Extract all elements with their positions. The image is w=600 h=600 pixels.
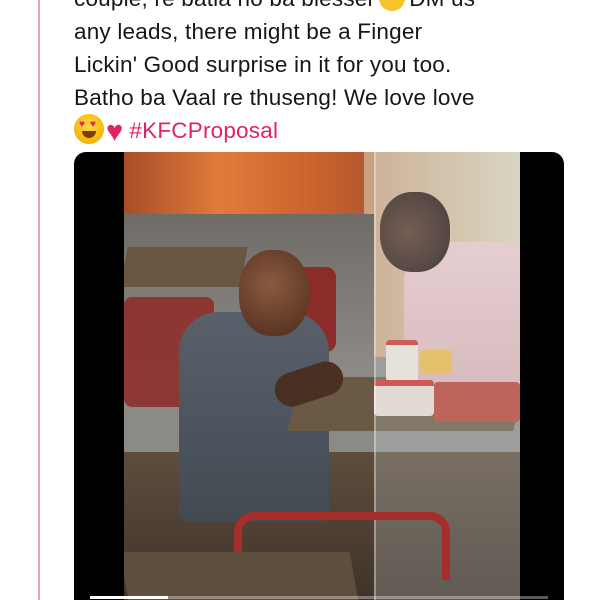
tweet-body: couple, re batla ho ba blesser DM us any … [74,0,574,149]
heart-eyes-icon: ♥ ♥ [74,114,104,144]
tweet-line-1: couple, re batla ho ba blesser DM us [74,0,574,15]
video-player[interactable] [74,152,564,600]
tweet-text-segment: DM us [409,0,475,11]
smiling-face-icon [379,0,406,11]
video-progress-fill [90,596,168,599]
thread-connector-line [38,0,40,600]
tweet-line-5: ♥ ♥ ♥ #KFCProposal [74,114,574,149]
red-heart-icon: ♥ [106,116,124,148]
tweet-line-3: Lickin' Good surprise in it for you too. [74,52,452,77]
video-progress-bar[interactable] [90,596,548,599]
tweet-line-2: any leads, there might be a Finger [74,19,423,44]
video-frame [124,152,520,600]
hashtag-link[interactable]: #KFCProposal [129,118,278,143]
tweet-text-segment: couple, re batla ho ba blesser [74,0,375,11]
tweet-line-4: Batho ba Vaal re thuseng! We love love [74,85,475,110]
